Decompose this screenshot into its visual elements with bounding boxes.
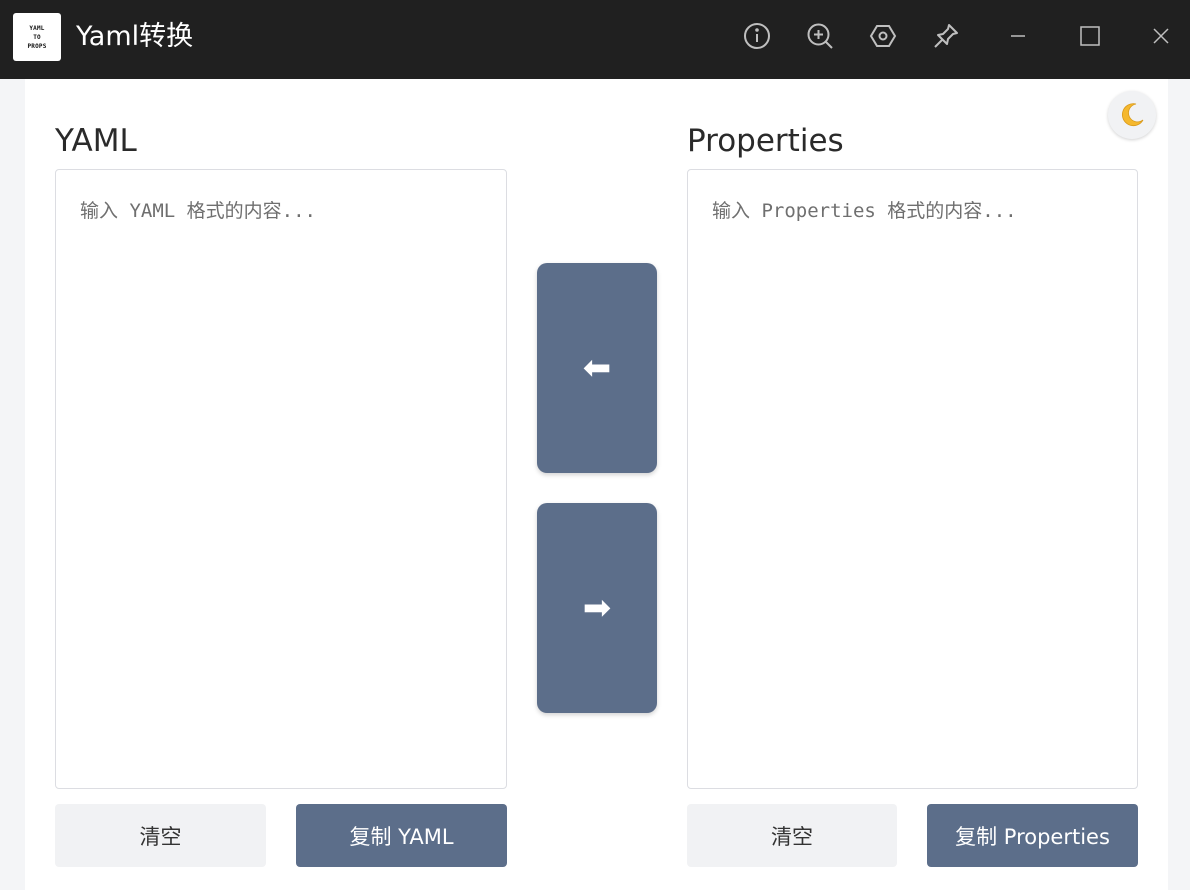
arrow-left-icon: ⬅ — [582, 349, 612, 387]
info-icon[interactable] — [739, 18, 775, 54]
yaml-input[interactable] — [55, 169, 507, 789]
minimize-icon[interactable] — [1000, 18, 1036, 54]
yaml-title: YAML — [55, 123, 137, 159]
properties-title: Properties — [687, 123, 844, 159]
yaml-clear-button[interactable]: 清空 — [55, 804, 266, 867]
logo-line-2: TO — [33, 33, 41, 41]
moon-icon — [1122, 103, 1144, 127]
zoom-in-icon[interactable] — [802, 18, 838, 54]
maximize-icon[interactable] — [1072, 18, 1108, 54]
theme-toggle-button[interactable] — [1108, 91, 1156, 139]
title-bar: YAML TO PROPS Yaml转换 — [0, 0, 1190, 79]
copy-properties-button[interactable]: 复制 Properties — [927, 804, 1138, 867]
settings-hexagon-icon[interactable] — [865, 18, 901, 54]
convert-to-properties-button[interactable]: ➡ — [537, 503, 657, 713]
app-logo: YAML TO PROPS — [13, 13, 61, 61]
logo-line-1: YAML — [29, 24, 45, 32]
app-title: Yaml转换 — [76, 21, 194, 52]
arrow-right-icon: ➡ — [582, 589, 612, 627]
properties-input[interactable] — [687, 169, 1138, 789]
pin-icon[interactable] — [928, 18, 964, 54]
copy-yaml-button[interactable]: 复制 YAML — [296, 804, 507, 867]
close-icon[interactable] — [1143, 18, 1179, 54]
convert-to-yaml-button[interactable]: ⬅ — [537, 263, 657, 473]
properties-clear-button[interactable]: 清空 — [687, 804, 897, 867]
logo-line-3: PROPS — [27, 42, 47, 50]
